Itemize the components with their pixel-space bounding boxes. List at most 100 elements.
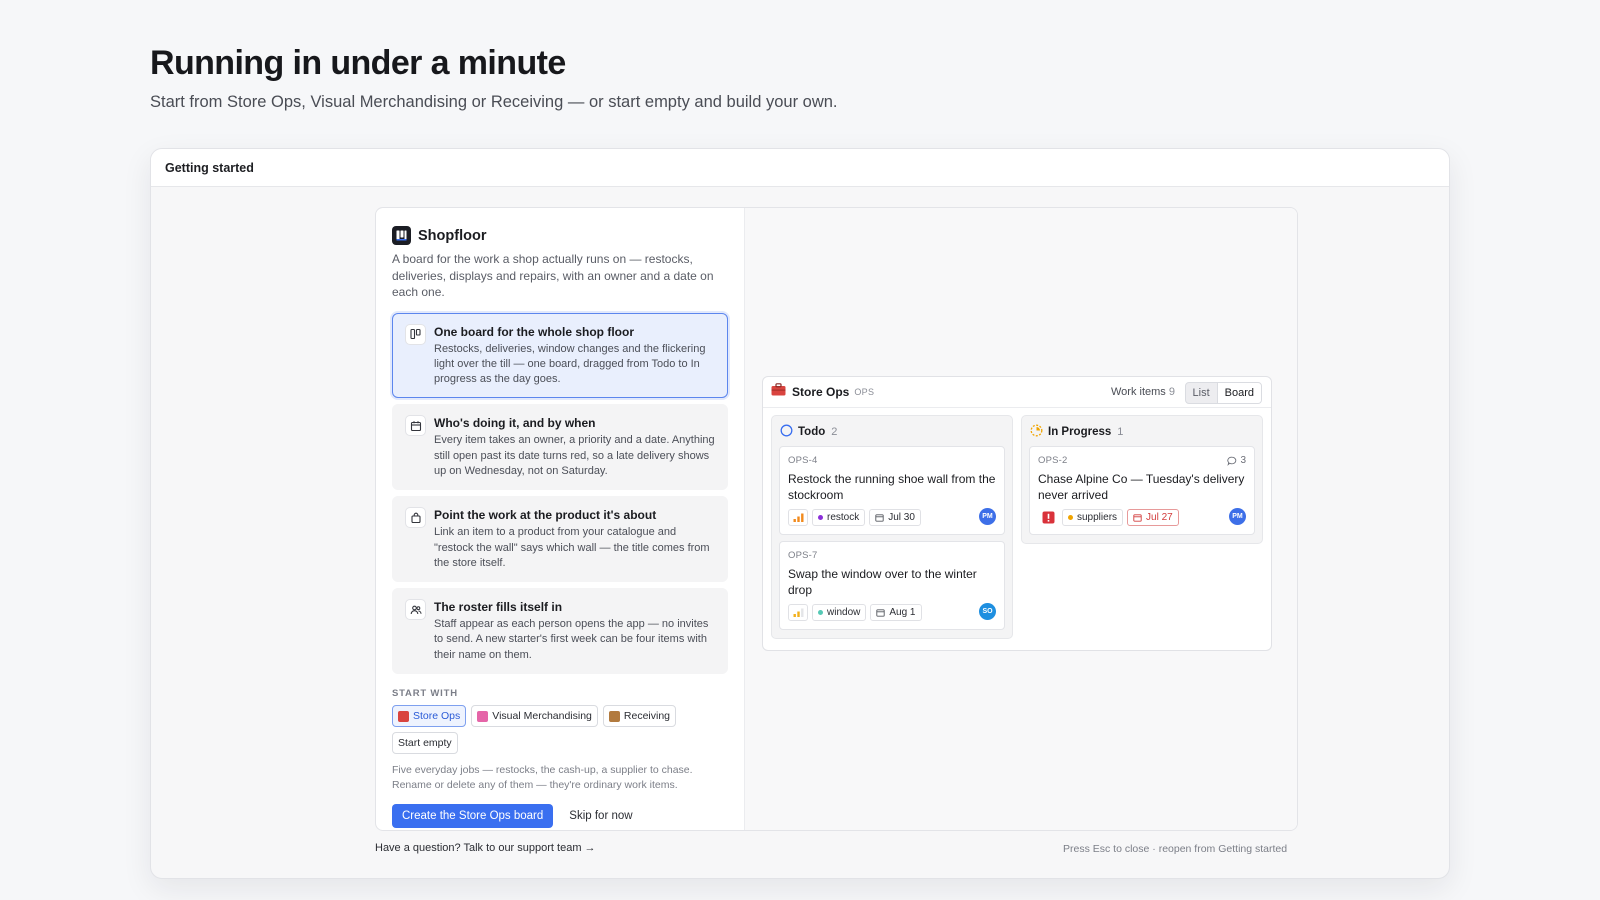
priority-medium-icon[interactable] [788,604,808,621]
avatar[interactable]: SO [979,603,996,620]
feature-card-board[interactable]: One board for the whole shop floor Resto… [392,312,728,399]
avatar[interactable]: PM [1229,508,1246,525]
skip-button[interactable]: Skip for now [569,810,632,822]
package-icon [608,710,620,722]
template-chip-start-empty[interactable]: Start empty [392,732,458,755]
card-id: OPS-2 [1038,455,1068,466]
view-toggle: List Board [1184,382,1262,404]
brand-name: Shopfloor [418,227,487,244]
column-name: Todo [798,426,826,438]
avatar[interactable]: PM [979,508,996,525]
template-picker: Store Ops Visual Merchandising Receiving… [392,705,692,755]
board-header: Store Ops OPS Work items 9 List Board [763,377,1271,408]
feature-title: Who's doing it, and by when [434,416,596,431]
toolbox-icon [771,383,786,401]
card-title: Restock the running shoe wall from the s… [788,472,996,502]
create-board-button[interactable]: Create the Store Ops board [392,804,554,829]
view-board-tab[interactable]: Board [1216,383,1261,403]
due-date: Jul 30 [888,512,915,523]
page-title: Running in under a minute [150,44,566,82]
feature-title: Point the work at the product it's about [434,508,657,523]
column-header: Todo 2 [779,424,1005,440]
feature-card-roster[interactable]: The roster fills itself in Staff appear … [392,588,728,675]
feature-title: The roster fills itself in [434,600,563,615]
card-title: Swap the window over to the winter drop [788,567,977,597]
card-id: OPS-4 [788,455,818,466]
calendar-icon [405,415,426,437]
feature-card-product[interactable]: Point the work at the product it's about… [392,496,728,583]
count-value: 9 [1168,386,1175,398]
board-title: Store Ops [792,385,850,399]
support-link[interactable]: Have a question? Talk to our support tea… [375,842,596,854]
due-date: Jul 27 [1146,512,1173,523]
label-tag[interactable]: window [812,604,867,621]
board-preview-pane: Store Ops OPS Work items 9 List Board To… [745,208,1297,830]
calendar-icon [876,609,886,617]
view-list-tab[interactable]: List [1186,383,1217,403]
onboarding-content: Shopfloor A board for the work a shop ac… [376,208,745,830]
template-chip-store-ops[interactable]: Store Ops [392,705,467,728]
panel-header: Getting started [151,149,1449,187]
feature-title: One board for the whole shop floor [434,324,634,339]
template-chip-receiving[interactable]: Receiving [602,705,677,728]
due-date: Aug 1 [889,607,916,618]
hero: Running in under a minute Start from Sto… [150,44,838,112]
count-label: Work items [1111,386,1166,398]
people-icon [405,599,426,621]
column-count: 1 [1117,426,1124,438]
brand-description: A board for the work a shop actually run… [392,252,714,299]
feature-body: Staff appear as each person opens the ap… [434,618,709,661]
feature-card-owner-date[interactable]: Who's doing it, and by when Every item t… [392,404,728,491]
template-chip-visual-merchandising[interactable]: Visual Merchandising [471,705,598,728]
feature-body: Link an item to a product from your cata… [434,526,710,569]
label-text: window [827,607,861,618]
feature-body: Every item takes an owner, a priority an… [434,434,715,477]
label-tag[interactable]: suppliers [1062,509,1124,526]
brand: Shopfloor [392,226,728,245]
modal-actions: Create the Store Ops board Skip for now [392,804,728,829]
label-text: suppliers [1077,512,1118,523]
board-columns: Todo 2 OPS-4 Restock the running shoe wa… [771,415,1263,642]
bag-icon [405,507,426,529]
shopping-bags-icon [477,710,489,722]
onboarding-modal: Shopfloor A board for the work a shop ac… [375,207,1298,831]
board-key: OPS [854,387,875,397]
due-date-tag-overdue[interactable]: Jul 27 [1127,509,1179,526]
card-meta: suppliers Jul 27 [1038,509,1246,526]
work-item-card[interactable]: OPS-2 3 Chase Alpine Co — Tuesday's deli… [1029,446,1255,535]
label-dot [818,610,823,615]
column-in-progress: In Progress 1 OPS-2 3 Chase Alpine Co — … [1021,415,1263,544]
due-date-tag[interactable]: Jul 30 [869,509,921,526]
card-meta: restock Jul 30 [788,509,996,526]
panel-title: Getting started [165,160,254,175]
start-with-label: START WITH [392,688,458,700]
board-preview: Store Ops OPS Work items 9 List Board To… [762,376,1272,651]
work-item-card[interactable]: OPS-7 Swap the window over to the winter… [779,541,1005,630]
column-name: In Progress [1048,426,1112,438]
card-meta: window Aug 1 [788,604,996,621]
label-dot [818,515,823,520]
label-text: restock [827,512,860,523]
work-item-card[interactable]: OPS-4 Restock the running shoe wall from… [779,446,1005,535]
board-icon [405,323,426,345]
due-date-tag[interactable]: Aug 1 [870,604,922,621]
chip-label: Receiving [623,710,671,723]
comment-icon [1227,456,1237,466]
priority-urgent-icon[interactable] [1038,509,1058,526]
comment-count-value: 3 [1240,455,1246,466]
label-tag[interactable]: restock [812,509,866,526]
comment-count: 3 [1227,455,1246,466]
todo-status-icon [780,424,793,440]
feature-body: Restocks, deliveries, window changes and… [434,342,706,386]
in-progress-status-icon [1030,424,1043,440]
chip-label: Visual Merchandising [492,710,592,723]
calendar-icon [1133,514,1142,522]
getting-started-panel: Getting started Shopfloor A board for th… [150,148,1450,879]
chip-label: Start empty [398,737,452,750]
shopfloor-logo-icon [392,226,411,245]
card-id: OPS-7 [788,550,818,561]
priority-high-icon[interactable] [788,509,808,526]
escape-hint: Press Esc to close · reopen from Getting… [1063,843,1288,855]
calendar-icon [875,514,884,522]
chip-label: Store Ops [413,710,461,723]
